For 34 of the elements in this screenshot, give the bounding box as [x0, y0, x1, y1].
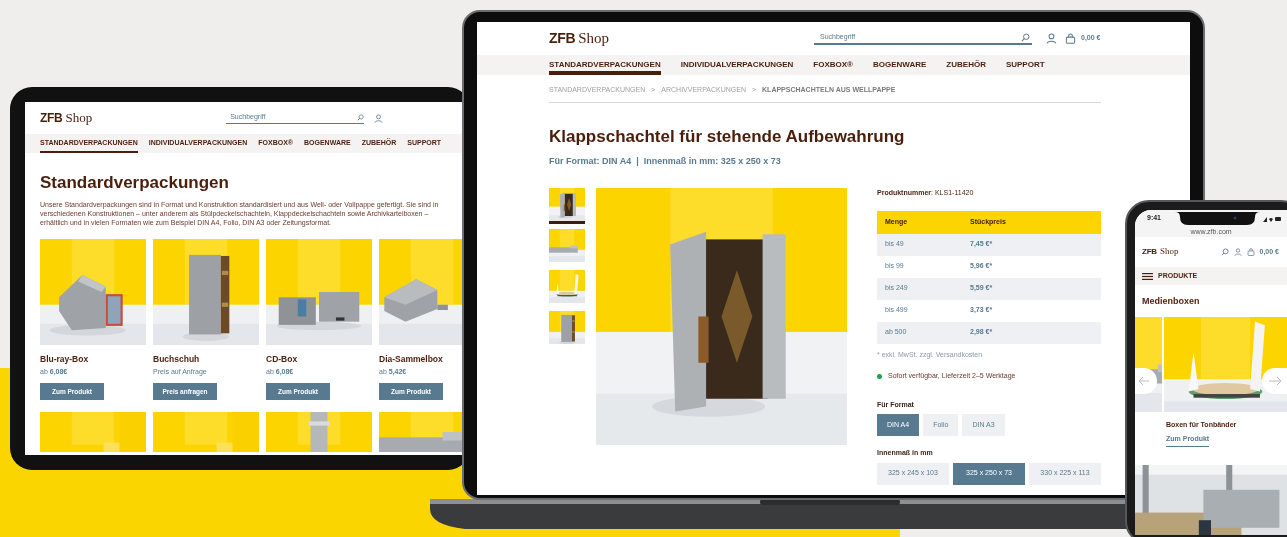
section-heading: Medienboxen [1141, 295, 1201, 308]
thumbnail[interactable] [549, 270, 585, 306]
product-name[interactable]: Buchschuh [153, 353, 259, 366]
nav-tab[interactable]: STANDARDVERPACKUNGEN [549, 55, 661, 75]
search-icon[interactable] [1021, 33, 1030, 42]
logo-mark[interactable]: ZFB [1142, 246, 1157, 259]
search-icon[interactable] [357, 114, 365, 121]
page-heading: Standardverpackungen [40, 173, 230, 193]
logo-text[interactable]: Shop [65, 108, 93, 128]
logo-mark[interactable]: ZFB [40, 109, 63, 128]
thumbnail[interactable] [549, 229, 585, 265]
thumbnail[interactable] [549, 188, 585, 224]
nav-tab[interactable]: INDIVIDUALVERPACKUNGEN [680, 55, 794, 75]
product-name[interactable]: Blu-ray-Box [40, 353, 146, 366]
product-name[interactable]: CD-Box [266, 353, 372, 366]
menu-icon[interactable] [1142, 272, 1153, 280]
shopping-bag-icon[interactable] [1065, 33, 1076, 44]
user-icon[interactable] [374, 113, 384, 123]
logo-mark[interactable]: ZFB [549, 28, 576, 50]
product-title: Klappschachtel für stehende Aufbewahrung [549, 126, 906, 147]
thumbnail[interactable] [549, 311, 585, 347]
shopping-bag-icon[interactable] [1246, 248, 1255, 256]
nav-tab[interactable]: SUPPORT [1005, 55, 1045, 75]
nav-tab[interactable]: ZUBEHÖR [946, 55, 986, 75]
nav-tab[interactable]: BOGENWARE [873, 55, 927, 75]
user-icon[interactable] [1233, 248, 1242, 256]
nav-tab[interactable]: FOXBOX® [813, 55, 853, 75]
logo-text[interactable]: Shop [1159, 245, 1179, 259]
search-icon[interactable] [1220, 248, 1229, 256]
product-subtitle: Für Format: DIN A4 | Innenmaß in mm: 325 x 250 x 73 [549, 154, 782, 168]
product-name[interactable]: Dia-Sammelbox [379, 353, 462, 366]
user-icon[interactable] [1046, 33, 1057, 44]
logo-text[interactable]: Shop [578, 27, 609, 50]
status-icons-drawing [1263, 215, 1281, 222]
